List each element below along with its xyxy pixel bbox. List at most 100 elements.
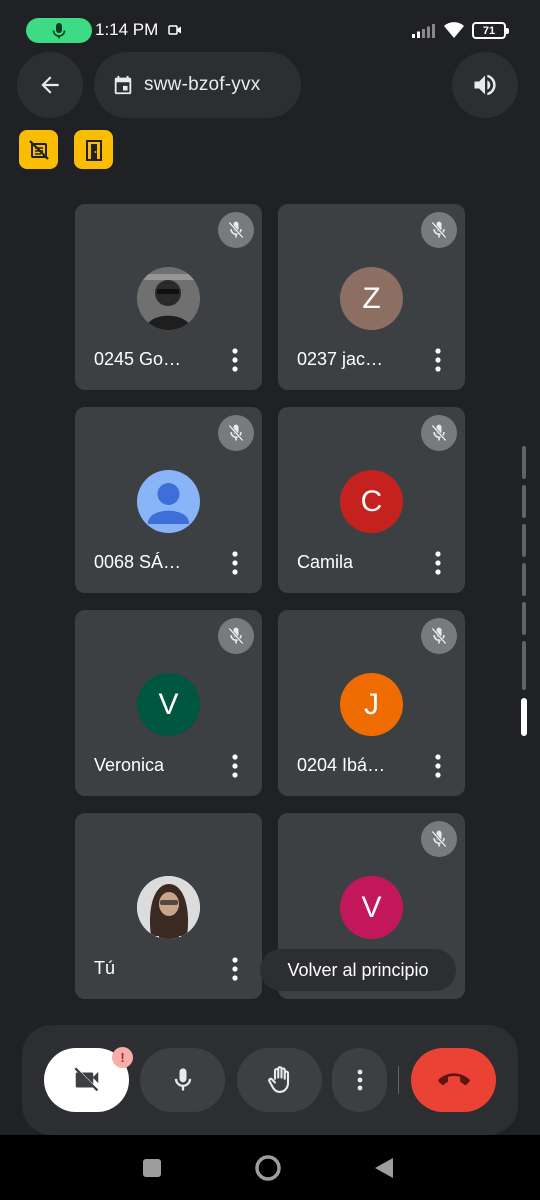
more-vert-icon [232,551,238,575]
participant-avatar-photo [137,267,200,330]
participant-name: 0245 Go… [94,349,182,369]
mic-off-icon [431,627,447,645]
participant-muted-indicator [218,212,254,248]
home-button[interactable] [250,1150,286,1186]
participant-name: Tú [94,958,116,978]
participant-options-button[interactable] [222,547,248,579]
back-arrow-icon [41,76,59,94]
raise-hand-icon [267,1066,289,1093]
person-photo [137,267,200,330]
scroll-thumb[interactable] [521,698,527,736]
participant-tile[interactable]: C Camila [278,407,465,593]
participant-tile[interactable]: J 0204 Ibá… [278,610,465,796]
speaker-icon [474,74,496,96]
back-button[interactable] [17,52,83,118]
participant-muted-indicator [421,212,457,248]
host-control-badge[interactable] [19,130,58,169]
participant-name: 0204 Ibá… [297,755,386,775]
mic-off-icon [228,627,244,645]
participant-muted-indicator [421,415,457,451]
participant-name: 0068 SÁ… [94,552,182,572]
self-avatar-photo [137,876,200,939]
participant-name: Camila [297,552,354,572]
self-tile[interactable]: Tú [75,813,262,999]
mic-off-icon [431,424,447,442]
more-vert-icon [357,1069,362,1091]
back-nav-button[interactable] [366,1150,402,1186]
scroll-segment [522,446,526,479]
participant-options-button[interactable] [425,344,451,376]
participant-avatar-initial: C [340,470,403,533]
participant-options-button[interactable] [222,344,248,376]
more-vert-icon [232,957,238,981]
battery-level: 71 [482,24,496,37]
wifi-icon [444,22,464,38]
mic-off-icon [431,830,447,848]
more-vert-icon [435,348,441,372]
participant-avatar-default [137,470,200,533]
raise-hand-button[interactable] [237,1048,322,1112]
participant-options-button[interactable] [222,953,248,985]
scroll-segment [522,485,526,518]
hand-off-icon [28,139,49,160]
recents-button[interactable] [134,1150,170,1186]
audio-output-button[interactable] [452,52,518,118]
participant-options-button[interactable] [222,750,248,782]
microphone-toggle-button[interactable] [140,1048,225,1112]
participant-options-button[interactable] [425,547,451,579]
avatar-initial: Z [362,281,381,315]
participant-avatar-initial: Z [340,267,403,330]
participant-name: Veronica [94,755,165,775]
participant-muted-indicator [218,415,254,451]
more-vert-icon [435,754,441,778]
person-icon [148,483,189,524]
calendar-icon [114,75,132,95]
more-vert-icon [232,348,238,372]
end-call-button[interactable] [411,1048,496,1112]
scroll-segment [522,524,526,557]
triangle-back-icon [375,1158,393,1178]
camera-off-icon [74,1067,98,1092]
participant-tile[interactable]: 0245 Go… [75,204,262,390]
tray-divider [398,1066,399,1094]
meeting-code: sww-bzof-yvx [144,74,261,95]
mic-off-icon [228,424,244,442]
participant-tile[interactable]: V Veronica [75,610,262,796]
camera-status-icon [168,25,181,35]
participant-avatar-initial: V [340,876,403,939]
more-options-button[interactable] [332,1048,387,1112]
battery-indicator: 71 [472,22,509,39]
circle-icon [255,1155,281,1181]
participant-avatar-initial: J [340,673,403,736]
person-photo [137,876,200,939]
participant-avatar-initial: V [137,673,200,736]
participant-tile[interactable]: 0068 SÁ… [75,407,262,593]
status-time: 1:14 PM [95,20,159,39]
mic-off-icon [431,221,447,239]
participant-options-button[interactable] [425,750,451,782]
participant-name: 0237 jac… [297,349,384,369]
more-vert-icon [232,754,238,778]
participant-tile[interactable]: Z 0237 jac… [278,204,465,390]
meeting-info-chip[interactable]: sww-bzof-yvx [94,52,301,118]
participant-muted-indicator [218,618,254,654]
scroll-segment [522,563,526,596]
avatar-initial: J [364,687,379,721]
back-to-top-button[interactable]: Volver al principio [260,949,456,991]
end-call-icon [437,1073,470,1086]
avatar-initial: V [361,890,382,924]
signal-icon [412,24,435,38]
camera-alert-badge: ! [112,1047,133,1068]
participant-muted-indicator [421,618,457,654]
participant-muted-indicator [421,821,457,857]
square-icon [143,1159,161,1177]
avatar-initial: C [360,484,383,518]
scroll-segment [522,660,526,690]
avatar-initial: V [158,687,179,721]
mic-icon [174,1068,191,1091]
scroll-segment [522,602,526,635]
more-vert-icon [435,551,441,575]
mic-in-use-indicator [26,18,92,43]
breakout-badge[interactable] [74,130,113,169]
mic-icon [52,22,66,38]
